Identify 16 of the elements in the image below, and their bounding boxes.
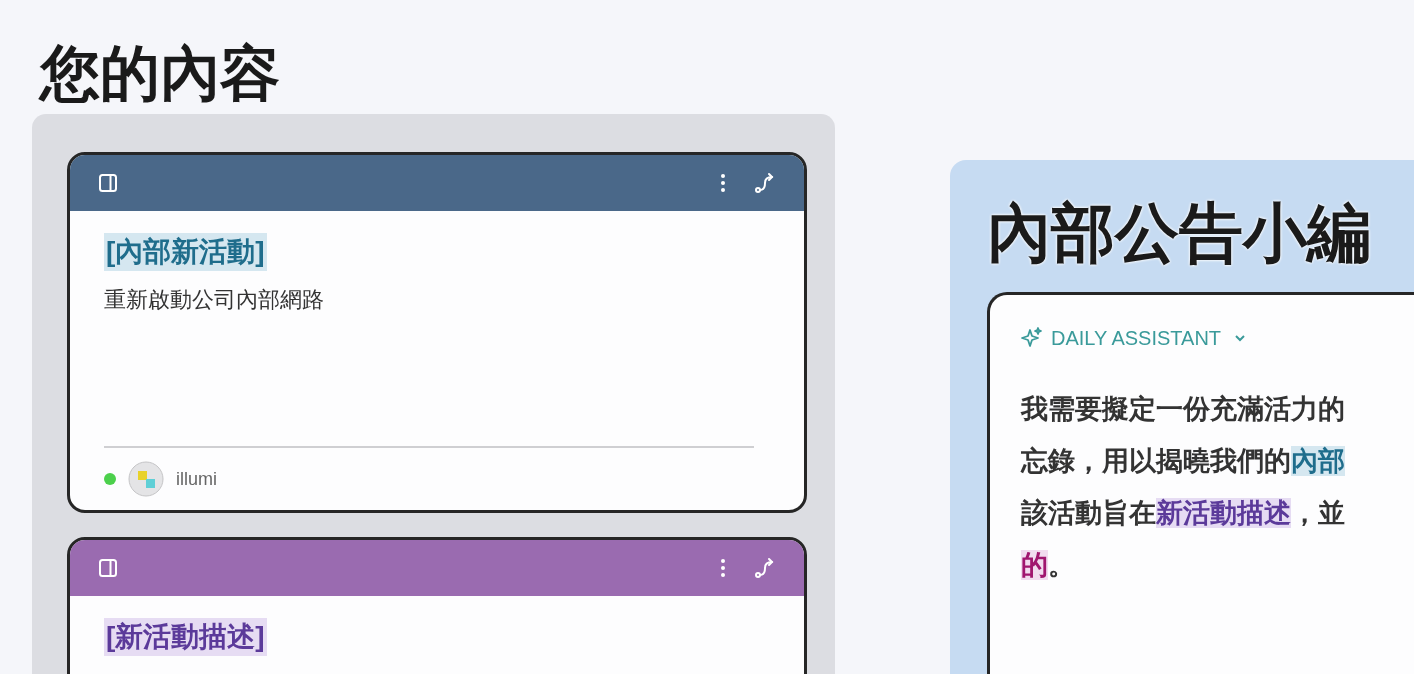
sidebar-icon[interactable] bbox=[98, 558, 118, 578]
card-title: [新活動描述] bbox=[104, 618, 267, 656]
card-title: [內部新活動] bbox=[104, 233, 267, 271]
sidebar-icon[interactable] bbox=[98, 173, 118, 193]
author-name: illumi bbox=[176, 467, 217, 491]
panel-title: 內部公告小編 bbox=[987, 196, 1372, 271]
route-icon[interactable] bbox=[754, 172, 776, 194]
card-subtitle: 重新啟動公司內部網路 bbox=[104, 286, 325, 314]
assistant-label[interactable]: DAILY ASSISTANT bbox=[1051, 323, 1222, 353]
route-icon[interactable] bbox=[754, 557, 776, 579]
avatar-icon bbox=[128, 461, 164, 497]
prompt-text: 我需要擬定一份充滿活力的 忘錄，用以揭曉我們的內部 該活動旨在新活動描述，並 的。 bbox=[1021, 393, 1346, 582]
sparkle-icon bbox=[1021, 327, 1043, 349]
page-heading: 您的內容 bbox=[40, 39, 281, 109]
more-icon[interactable] bbox=[720, 173, 726, 193]
more-icon[interactable] bbox=[720, 558, 726, 578]
